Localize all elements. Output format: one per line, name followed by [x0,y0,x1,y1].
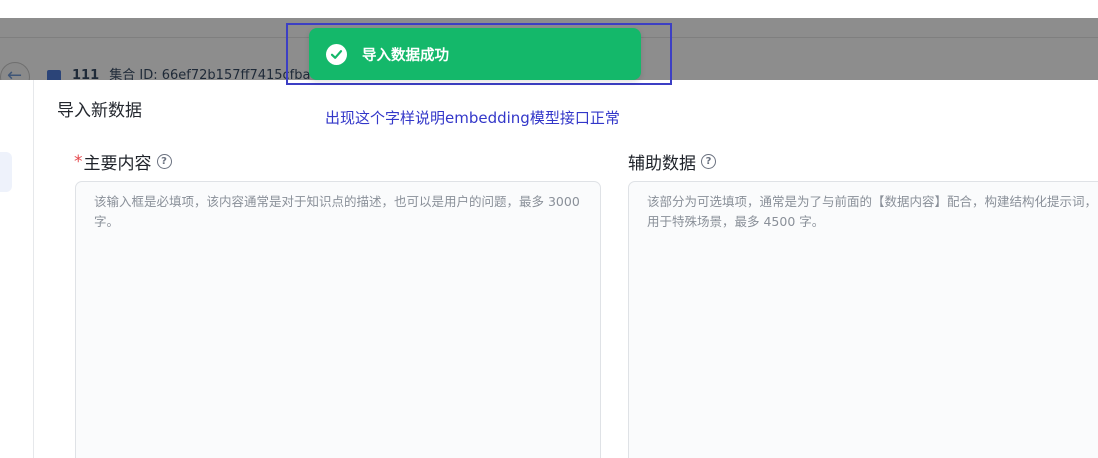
aux-placeholder-line2: 用于特殊场景，最多 4500 字。 [647,214,825,229]
collection-id: 集合 ID: 66ef72b157ff7415cfba [109,68,311,80]
modal-side-strip [0,80,34,458]
main-content-label: * 主要内容 ? [74,149,172,174]
question-circle-icon[interactable]: ? [156,154,172,169]
screen: ← 111 集合 ID: 66ef72b157ff7415cfba 导入新数据 … [0,0,1098,458]
toast-message: 导入数据成功 [362,47,449,64]
main-content-textarea[interactable]: 该输入框是必填项，该内容通常是对于知识点的描述，也可以是用户的问题，最多 300… [75,181,601,458]
collection-name: 111 [72,68,100,80]
main-content-placeholder: 该输入框是必填项，该内容通常是对于知识点的描述，也可以是用户的问题，最多 300… [94,194,580,229]
side-tab[interactable] [0,152,12,192]
check-circle-icon [326,43,347,65]
aux-data-label-text: 辅助数据 [628,154,696,174]
modal-title: 导入新数据 [57,101,142,121]
question-circle-icon[interactable]: ? [701,154,716,169]
breadcrumb: 111 集合 ID: 66ef72b157ff7415cfba [72,66,310,80]
main-content-label-text: 主要内容 [83,154,152,174]
annotation-text: 出现这个字样说明embedding模型接口正常 [325,109,620,127]
required-mark: * [74,151,83,172]
success-toast: 导入数据成功 [309,28,641,80]
top-bar [0,0,1098,18]
aux-data-label: 辅助数据 ? [628,149,716,174]
aux-placeholder-line1: 该部分为可选填项，通常是为了与前面的【数据内容】配合，构建结构化提示词， [647,194,1098,209]
aux-data-textarea[interactable]: 该部分为可选填项，通常是为了与前面的【数据内容】配合，构建结构化提示词， 用于特… [628,181,1098,458]
